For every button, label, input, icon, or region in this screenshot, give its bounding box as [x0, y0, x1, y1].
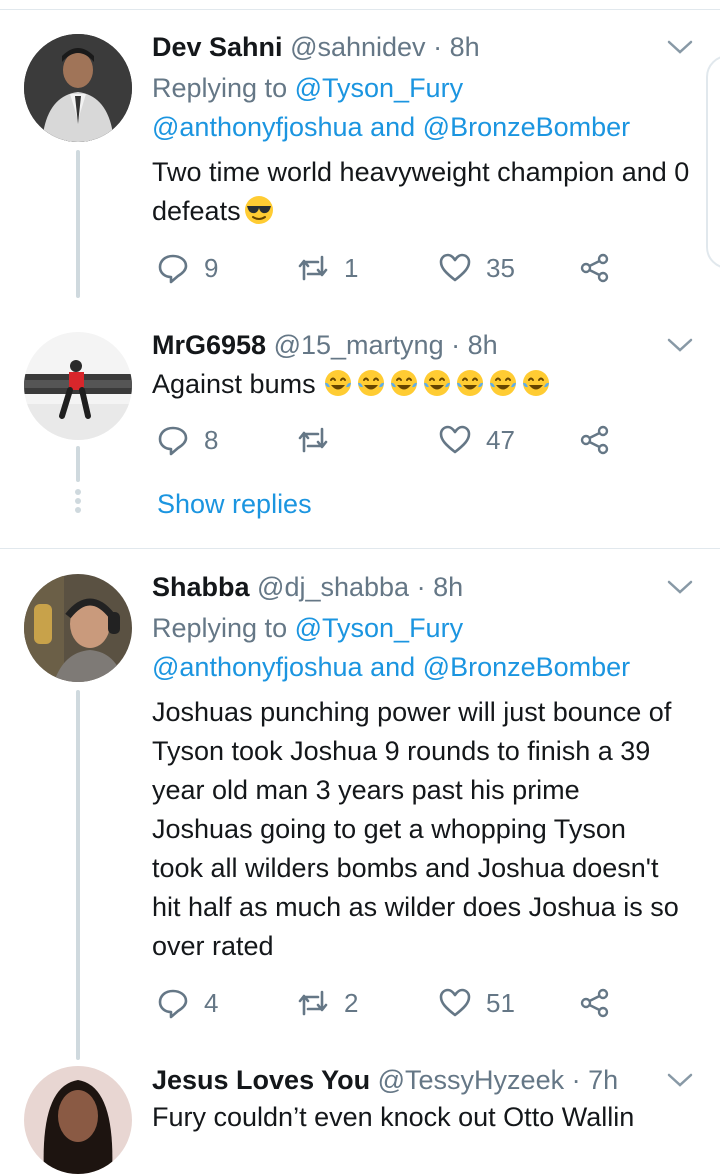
reply-button[interactable]: 4 [156, 983, 218, 1023]
author-name[interactable]: Dev Sahni [152, 32, 283, 62]
reply-button[interactable]: 9 [156, 248, 218, 288]
author-name[interactable]: Jesus Loves You [152, 1065, 370, 1095]
replying-and: and [370, 652, 416, 682]
mention-link[interactable]: @anthonyfjoshua [152, 112, 363, 142]
show-replies-link[interactable]: Show replies [157, 487, 312, 521]
tears-of-joy-emoji-icon [488, 368, 518, 398]
tweet-text: Joshuas punching power will just bounce … [152, 697, 679, 961]
thread-divider [0, 548, 720, 549]
replying-prefix: Replying to [152, 613, 288, 643]
tweet-time: · 7h [571, 1065, 619, 1095]
retweet-count: 1 [344, 252, 359, 283]
share-button[interactable] [578, 248, 612, 288]
author-name[interactable]: MrG6958 [152, 330, 266, 360]
heart-icon [439, 425, 471, 454]
mention-link[interactable]: @BronzeBomber [423, 652, 631, 682]
tweet-text-content: Against bums [152, 369, 316, 399]
replying-prefix: Replying to [152, 73, 288, 103]
retweet-button[interactable]: 2 [296, 983, 358, 1023]
reply-icon [158, 426, 188, 456]
heart-icon [439, 988, 471, 1017]
retweet-button[interactable] [296, 420, 344, 460]
tweet-actions: 4 2 51 [152, 983, 632, 1023]
like-button[interactable]: 47 [438, 420, 515, 460]
retweet-button[interactable]: 1 [296, 248, 358, 288]
tears-of-joy-emoji-icon [356, 368, 386, 398]
chevron-down-icon[interactable] [666, 38, 694, 56]
avatar[interactable] [24, 34, 132, 142]
share-button[interactable] [578, 420, 612, 460]
avatar[interactable] [24, 1066, 132, 1174]
replying-to: Replying to @Tyson_Fury @anthonyfjoshua … [152, 69, 702, 147]
retweet-icon [298, 990, 328, 1016]
tears-of-joy-emoji-icon [521, 368, 551, 398]
mention-link[interactable]: @anthonyfjoshua [152, 652, 363, 682]
mention-link[interactable]: @Tyson_Fury [295, 73, 463, 103]
tears-of-joy-emoji-icon [455, 368, 485, 398]
tears-of-joy-emoji-icon [389, 368, 419, 398]
tweet-text: Against bums [152, 365, 692, 404]
tweet-header: Shabba @dj_shabba · 8h [152, 570, 463, 604]
avatar-shabba [24, 574, 132, 682]
avatar-dev-sahni [24, 34, 132, 142]
tweet-text: Two time world heavyweight champion and … [152, 153, 692, 231]
reply-count: 9 [204, 252, 219, 283]
chevron-down-icon[interactable] [666, 578, 694, 596]
author-handle[interactable]: @sahnidev [290, 32, 426, 62]
tweet-header: Dev Sahni @sahnidev · 8h [152, 30, 480, 64]
avatar-mrg6958 [24, 332, 132, 440]
share-icon [580, 425, 609, 455]
retweet-icon [298, 255, 328, 281]
tweet-text-content: Two time world heavyweight champion and … [152, 157, 690, 226]
like-count: 47 [486, 424, 515, 455]
tweet-time: · 8h [451, 330, 498, 360]
thread-line [76, 690, 80, 1060]
reply-icon [158, 989, 188, 1019]
thread-line [76, 150, 80, 298]
avatar-jesus-loves-you [24, 1066, 132, 1174]
tweet-time: · 8h [433, 32, 480, 62]
like-button[interactable]: 35 [438, 248, 515, 288]
author-handle[interactable]: @dj_shabba [257, 572, 409, 602]
author-handle[interactable]: @TessyHyzeek [378, 1065, 564, 1095]
sunglasses-emoji-icon [244, 195, 274, 225]
retweet-icon [298, 427, 328, 453]
tweet-time: · 8h [416, 572, 464, 602]
thread-line [76, 446, 80, 482]
tweet-header: Jesus Loves You @TessyHyzeek · 7h [152, 1063, 618, 1097]
heart-icon [439, 253, 471, 282]
tweet-actions: 9 1 35 [152, 248, 632, 288]
mention-link[interactable]: @Tyson_Fury [295, 613, 463, 643]
tears-of-joy-emoji-icon [422, 368, 452, 398]
tweet-actions: 8 47 [152, 420, 632, 460]
chevron-down-icon[interactable] [666, 336, 694, 354]
avatar[interactable] [24, 332, 132, 440]
chevron-down-icon[interactable] [666, 1071, 694, 1089]
share-icon [580, 988, 609, 1018]
author-name[interactable]: Shabba [152, 572, 250, 602]
thread-more-dots [75, 489, 81, 516]
share-button[interactable] [578, 983, 612, 1023]
reply-icon [158, 254, 188, 284]
mention-link[interactable]: @BronzeBomber [423, 112, 631, 142]
like-count: 35 [486, 252, 515, 283]
top-divider [0, 9, 720, 10]
tears-of-joy-emoji-icon [323, 368, 353, 398]
reply-count: 4 [204, 987, 219, 1018]
joy-emoji-group [323, 369, 551, 399]
share-icon [580, 253, 609, 283]
reply-button[interactable]: 8 [156, 420, 218, 460]
like-button[interactable]: 51 [438, 983, 515, 1023]
reply-count: 8 [204, 424, 219, 455]
author-handle[interactable]: @15_martyng [274, 330, 444, 360]
avatar[interactable] [24, 574, 132, 682]
replying-to: Replying to @Tyson_Fury @anthonyfjoshua … [152, 609, 702, 687]
tweet-header: MrG6958 @15_martyng · 8h [152, 328, 498, 362]
like-count: 51 [486, 987, 515, 1018]
retweet-count: 2 [344, 987, 359, 1018]
replying-and: and [370, 112, 416, 142]
scroll-edge [706, 55, 720, 269]
tweet-text: Fury couldn’t even knock out Otto Wallin [152, 1102, 635, 1132]
